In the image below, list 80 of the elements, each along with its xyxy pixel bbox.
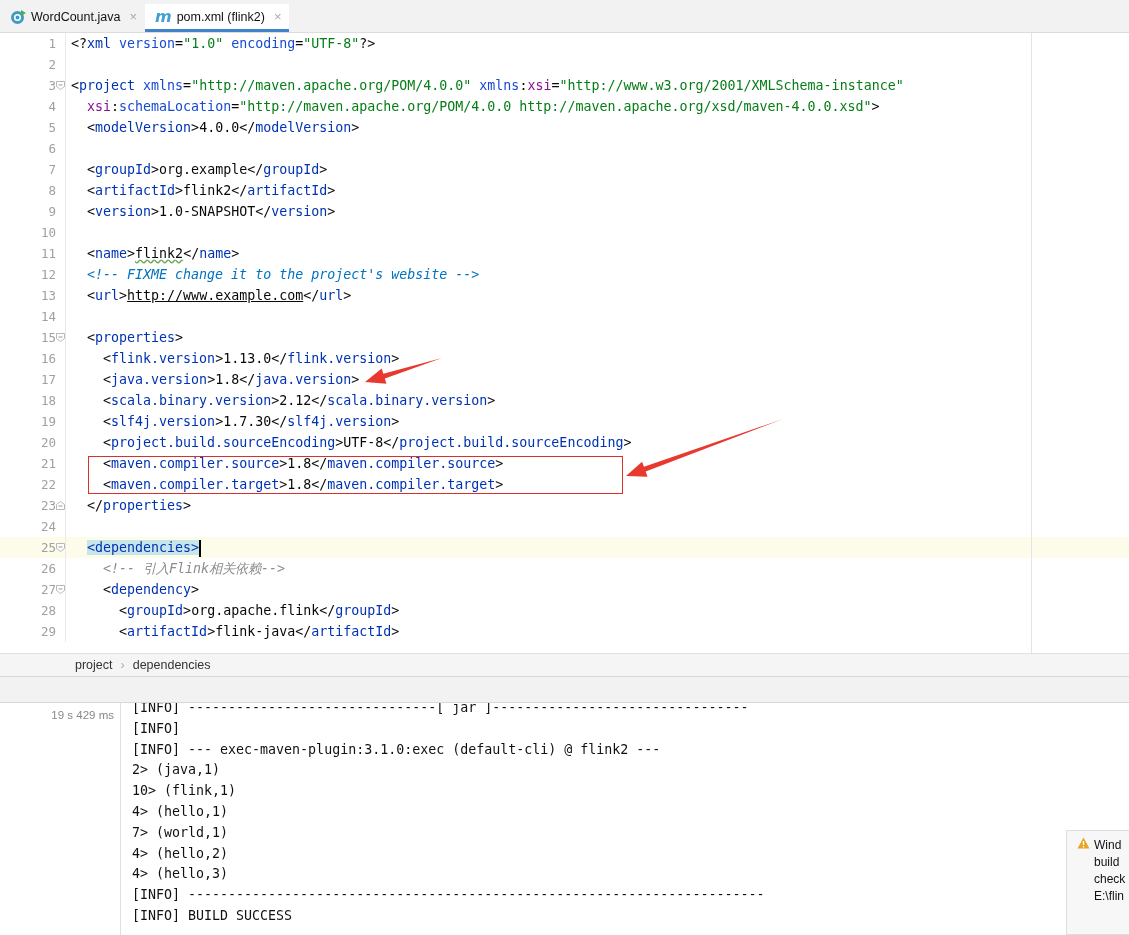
notification-text: Wind (1094, 837, 1123, 854)
line-number: 22 (39, 476, 56, 494)
line-number: 24 (39, 518, 56, 536)
line-number: 26 (39, 560, 56, 578)
breadcrumb-separator: › (120, 658, 125, 672)
warning-icon (1077, 837, 1090, 849)
build-duration: 19 s 429 ms (51, 709, 114, 721)
code-line: <?xml version="1.0" encoding="UTF-8"?> (70, 35, 376, 53)
code-line: <artifactId>flink-java</artifactId> (118, 623, 400, 641)
line-number: 16 (39, 350, 56, 368)
line-number: 25 (39, 539, 56, 557)
line-number: 14 (39, 308, 56, 326)
code-line: <properties> (86, 329, 184, 347)
line-number: 10 (39, 224, 56, 242)
console-line: [INFO] BUILD SUCCESS (132, 906, 294, 925)
console-line: 4> (hello,2) (132, 844, 230, 863)
line-number: 11 (39, 245, 56, 263)
code-line: <groupId>org.example</groupId> (86, 161, 328, 179)
breadcrumb-item[interactable]: project (75, 658, 113, 672)
fold-icon[interactable] (56, 543, 65, 552)
notification-text: E:\flin (1094, 888, 1125, 905)
code-line: <modelVersion>4.0.0</modelVersion> (86, 119, 360, 137)
code-line: <maven.compiler.source>1.8</maven.compiler.source> (102, 455, 504, 473)
code-line: <maven.compiler.target>1.8</maven.compiler.target> (102, 476, 504, 494)
fold-icon[interactable] (56, 501, 65, 510)
notification-text: build (1094, 854, 1121, 871)
line-number: 9 (47, 203, 56, 221)
code-line: <project xmlns="http://maven.apache.org/POM/4.0.0" xmlns:xsi="http://www.w3.org/2001/XMLSchema-instance" (70, 77, 904, 95)
line-number: 13 (39, 287, 56, 305)
editor-tab[interactable]: m pom.xml (flink2) × (145, 4, 290, 32)
code-line: <!-- 引入Flink相关依赖--> (102, 560, 286, 578)
fold-icon[interactable] (56, 81, 65, 90)
code-line: <scala.binary.version>2.12</scala.binary.version> (102, 392, 496, 410)
line-number: 1 (47, 35, 56, 53)
line-number: 6 (47, 140, 56, 158)
code-line: <name>flink2</name> (86, 245, 240, 263)
line-number: 23 (39, 497, 56, 515)
console-line: 4> (hello,3) (132, 865, 230, 884)
line-number: 4 (47, 98, 56, 116)
line-number: 12 (39, 266, 56, 284)
code-line: xsi:schemaLocation="http://maven.apache.org/POM/4.0.0 http://maven.apache.org/xsd/maven-4.0.0.xsd"> (86, 98, 880, 116)
fold-icon[interactable] (56, 333, 65, 342)
code-line: <slf4j.version>1.7.30</slf4j.version> (102, 413, 400, 431)
line-number: 15 (39, 329, 56, 347)
line-number: 18 (39, 392, 56, 410)
class-icon (10, 8, 26, 25)
notification-text: check (1094, 871, 1126, 888)
line-number: 29 (39, 623, 56, 641)
line-number: 19 (39, 413, 56, 431)
line-number: 20 (39, 434, 56, 452)
line-number: 5 (47, 119, 56, 137)
line-number: 3 (47, 77, 56, 95)
code-line: <java.version>1.8</java.version> (102, 371, 360, 389)
console-line: 10> (flink,1) (132, 782, 238, 801)
code-line: <groupId>org.apache.flink</groupId> (118, 602, 400, 620)
line-number: 28 (39, 602, 56, 620)
line-number: 27 (39, 581, 56, 599)
code-line: <project.build.sourceEncoding>UTF-8</project.build.sourceEncoding> (102, 434, 632, 452)
console-line: [INFO] (132, 719, 182, 738)
console-line: [INFO] --- exec-maven-plugin:3.1.0:exec (default-cli) @ flink2 --- (132, 740, 662, 759)
line-number: 8 (47, 182, 56, 200)
console-line: 4> (hello,1) (132, 803, 230, 821)
console-line: 7> (world,1) (132, 823, 230, 842)
console-line: [INFO] ------------------------------------------------------------------------ (132, 886, 765, 905)
fold-icon[interactable] (56, 585, 65, 594)
code-line: <dependency> (102, 581, 200, 599)
line-number: 2 (47, 56, 56, 74)
code-line: <!-- FIXME change it to the project's website --> (86, 266, 480, 284)
maven-icon: m (155, 7, 172, 26)
code-line: <version>1.0-SNAPSHOT</version> (86, 203, 336, 221)
line-number: 7 (47, 161, 56, 179)
console-line: 2> (java,1) (132, 761, 222, 780)
code-line: <url>http://www.example.com</url> (86, 287, 352, 305)
line-number: 21 (39, 455, 56, 473)
code-line: <artifactId>flink2</artifactId> (86, 182, 336, 200)
line-number: 17 (39, 371, 56, 389)
code-line: <flink.version>1.13.0</flink.version> (102, 350, 400, 368)
code-line: </properties> (86, 497, 192, 515)
breadcrumb-item[interactable]: dependencies (132, 658, 211, 672)
editor-tab[interactable]: WordCount.java × (0, 4, 145, 32)
